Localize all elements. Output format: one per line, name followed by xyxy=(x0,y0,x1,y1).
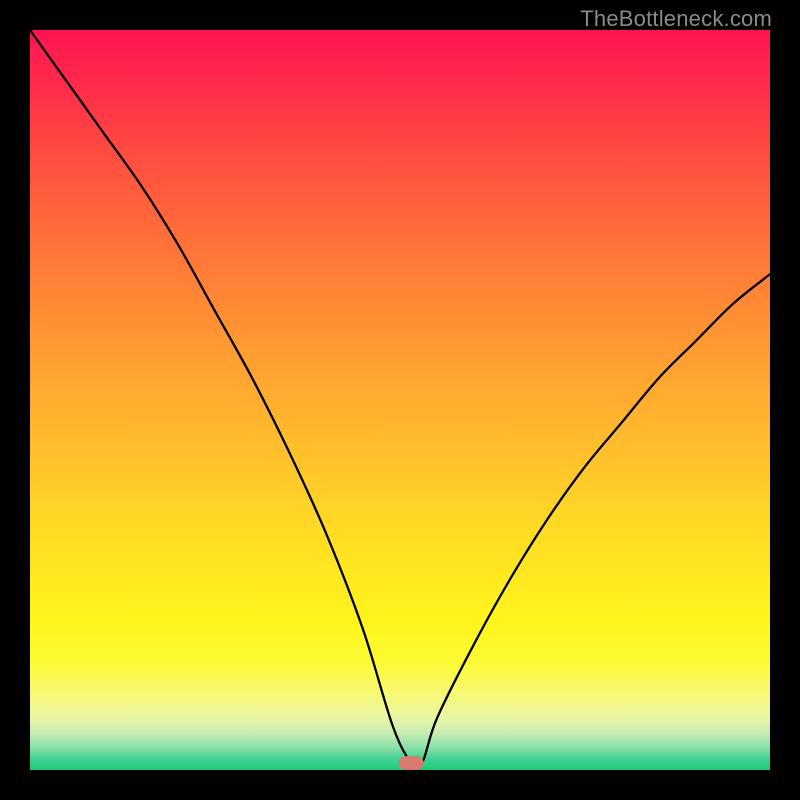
plot-area xyxy=(30,30,770,770)
minimum-marker xyxy=(399,757,423,769)
chart-frame: TheBottleneck.com xyxy=(0,0,800,800)
bottleneck-curve xyxy=(30,30,770,768)
watermark-text: TheBottleneck.com xyxy=(580,6,772,32)
curve-svg xyxy=(30,30,770,770)
